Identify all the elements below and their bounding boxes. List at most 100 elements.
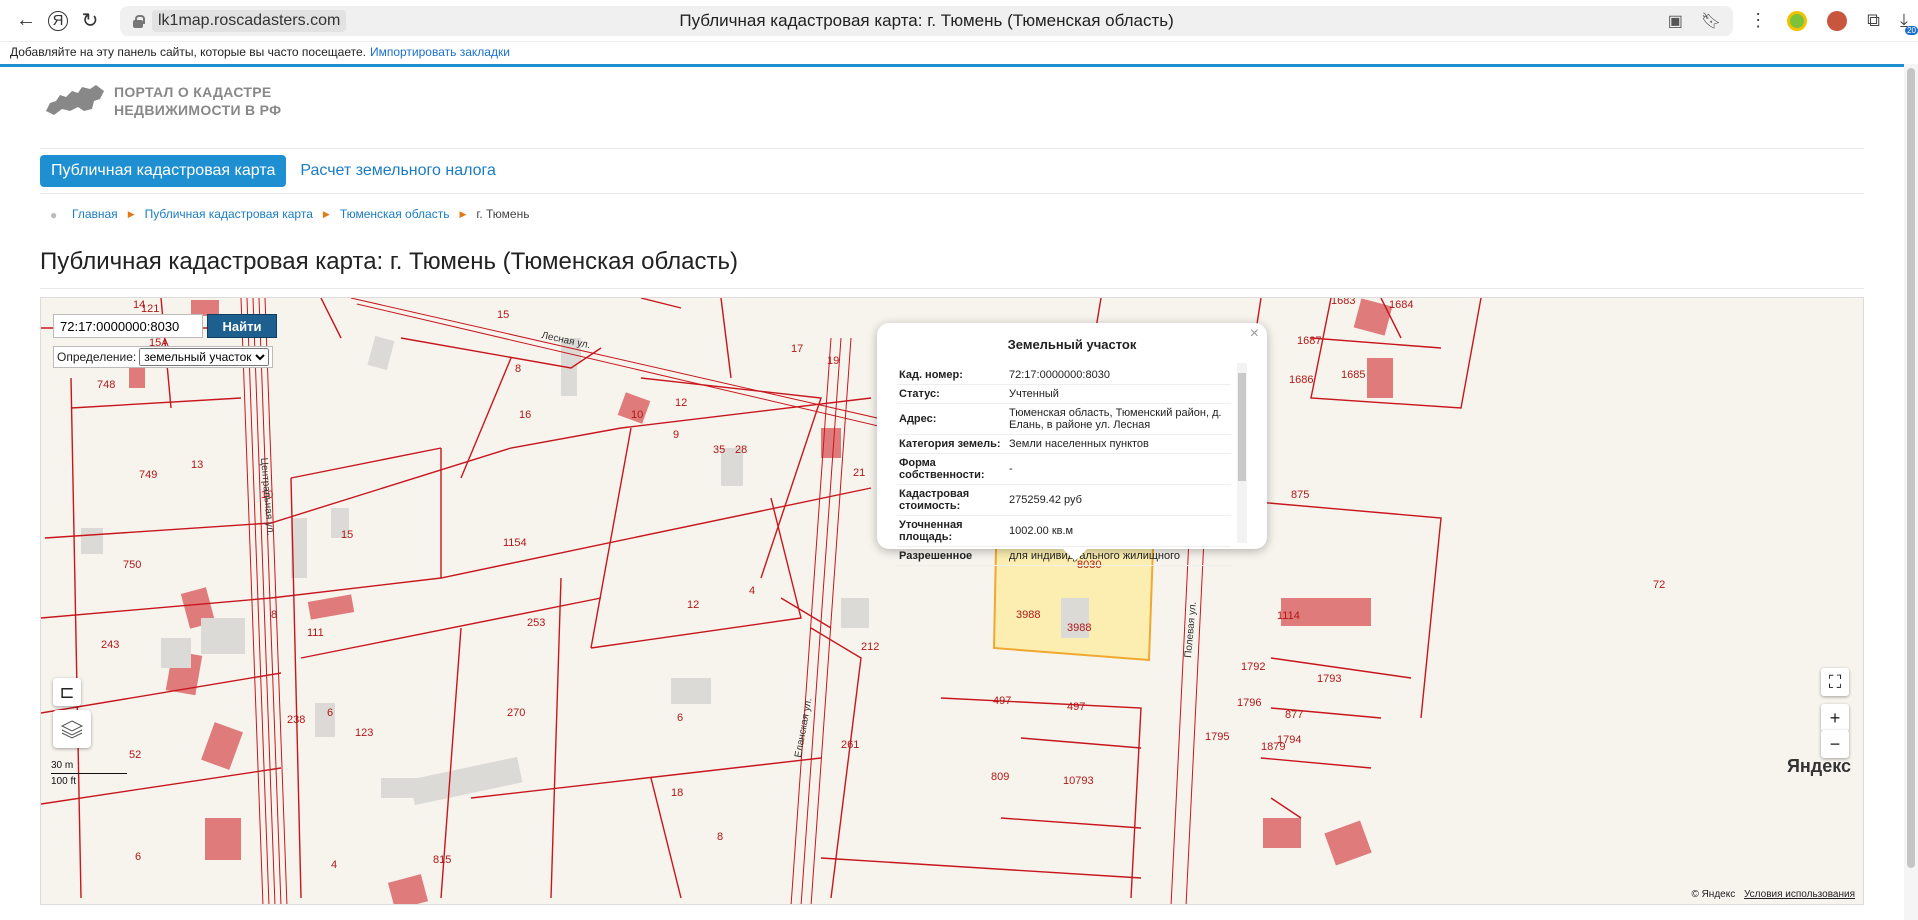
- popup-scrollbar[interactable]: [1237, 363, 1247, 543]
- svg-text:12: 12: [687, 599, 699, 611]
- ruler-icon[interactable]: ⊏: [53, 678, 81, 706]
- svg-text:4: 4: [749, 585, 755, 597]
- svg-text:875: 875: [1291, 489, 1309, 501]
- table-row: Категория земель: Земли населенных пункто…: [897, 434, 1231, 454]
- svg-text:6: 6: [135, 851, 141, 863]
- svg-text:1154: 1154: [503, 537, 527, 549]
- cadastral-number-input[interactable]: [53, 314, 203, 338]
- svg-text:123: 123: [355, 727, 373, 739]
- svg-text:1114: 1114: [1277, 610, 1300, 622]
- yandex-logo[interactable]: Яндекс: [1787, 756, 1851, 777]
- parcel-info-table: Кад. номер: 72:17:0000000:8030 Статус: Учт…: [897, 366, 1231, 566]
- svg-text:238: 238: [287, 714, 305, 726]
- address-bar[interactable]: lk1map.roscadasters.com Публичная кадаст…: [120, 5, 1734, 36]
- svg-text:17: 17: [791, 343, 803, 355]
- scale-feet: 100 ft: [51, 776, 77, 787]
- definition-selector: Определение: земельный участок: [53, 346, 274, 368]
- bookmarks-bar: Добавляйте на эту панель сайты, которые …: [0, 42, 1918, 62]
- svg-text:12: 12: [675, 397, 687, 409]
- extension-avatar-icon[interactable]: [1827, 10, 1848, 31]
- logo-line-1: ПОРТАЛ О КАДАСТРЕ: [114, 84, 272, 100]
- svg-text:1793: 1793: [1317, 673, 1341, 685]
- url-host[interactable]: lk1map.roscadasters.com: [152, 9, 347, 32]
- svg-text:1794: 1794: [1277, 734, 1301, 746]
- extension-icon[interactable]: [1787, 10, 1808, 31]
- breadcrumb-separator-icon: ▶: [459, 208, 467, 219]
- svg-text:497: 497: [993, 695, 1011, 707]
- breadcrumb: ● Главная ▶ Публичная кадастровая карта …: [40, 194, 1864, 234]
- svg-text:19: 19: [827, 355, 839, 367]
- menu-icon[interactable]: ⋮: [1749, 10, 1767, 31]
- svg-text:15: 15: [341, 529, 353, 541]
- cadastral-map[interactable]: 14 121 15А 748 749 13 750 243 52 6 10 15 1154 8…: [40, 297, 1864, 905]
- svg-text:1685: 1685: [1341, 369, 1365, 381]
- svg-text:3988: 3988: [1067, 622, 1091, 634]
- bookmark-icon[interactable]: 🔖︎: [1701, 11, 1721, 31]
- svg-text:8: 8: [515, 363, 521, 375]
- top-accent-line: [0, 64, 1918, 67]
- definition-label: Определение:: [57, 350, 137, 364]
- popup-title: Земельный участок: [1007, 337, 1137, 352]
- yandex-icon[interactable]: Я: [48, 10, 68, 31]
- page-scrollbar[interactable]: [1904, 64, 1918, 920]
- nav-cadastral-map[interactable]: Публичная кадастровая карта: [40, 155, 287, 187]
- page-title: Публичная кадастровая карта: г. Тюмень (…: [40, 248, 738, 275]
- find-button[interactable]: Найти: [207, 314, 277, 338]
- layers-icon[interactable]: [53, 710, 91, 748]
- svg-text:1686: 1686: [1289, 374, 1313, 386]
- svg-text:270: 270: [507, 707, 525, 719]
- svg-text:750: 750: [123, 559, 141, 571]
- zoom-out-button[interactable]: −: [1821, 730, 1849, 758]
- fullscreen-icon[interactable]: ⛶: [1821, 668, 1849, 696]
- svg-text:18: 18: [671, 787, 683, 799]
- tab-title: Публичная кадастровая карта: г. Тюмень (…: [679, 10, 1174, 30]
- back-icon[interactable]: ←: [10, 5, 42, 37]
- table-row: Статус: Учтенный: [897, 384, 1231, 404]
- location-pin-icon: ●: [50, 208, 58, 222]
- page-content: ПОРТАЛ О КАДАСТРЕ НЕДВИЖИМОСТИ В РФ Публ…: [40, 70, 1864, 905]
- svg-text:15: 15: [497, 309, 509, 321]
- scale-meters: 30 m: [51, 760, 74, 771]
- breadcrumb-home[interactable]: Главная: [72, 207, 118, 221]
- top-navigation: Публичная кадастровая карта Расчет земел…: [40, 149, 1864, 193]
- svg-text:1687: 1687: [1297, 335, 1321, 347]
- svg-text:111: 111: [307, 627, 324, 639]
- svg-text:21: 21: [853, 467, 865, 479]
- table-row: Разрешенное для индивидуального жилищного: [897, 546, 1231, 566]
- svg-text:6: 6: [677, 712, 683, 724]
- table-row: Форма собственности: -: [897, 453, 1231, 485]
- svg-text:261: 261: [841, 739, 859, 751]
- downloads-icon[interactable]: ⤓ 20: [1900, 10, 1918, 35]
- svg-text:1795: 1795: [1205, 731, 1229, 743]
- reader-icon[interactable]: ▣: [1668, 11, 1683, 31]
- browser-toolbar: ← Я ↻ lk1map.roscadasters.com Публичная …: [0, 0, 1918, 42]
- svg-text:748: 748: [97, 379, 115, 391]
- zoom-in-button[interactable]: +: [1821, 704, 1849, 732]
- svg-text:497: 497: [1067, 701, 1085, 713]
- reload-icon[interactable]: ↻: [74, 5, 106, 37]
- table-row: Адрес: Тюменская область, Тюменский район…: [897, 403, 1231, 435]
- map-scale: 30 m 100 ft: [51, 760, 127, 787]
- bookmarks-hint: Добавляйте на эту панель сайты, которые …: [10, 45, 366, 59]
- definition-select[interactable]: земельный участок: [139, 348, 270, 366]
- cadastral-search: Найти: [53, 314, 277, 338]
- svg-text:1796: 1796: [1237, 697, 1261, 709]
- downloads-badge: 20: [1905, 26, 1918, 35]
- terms-link[interactable]: Условия использования: [1744, 889, 1855, 900]
- svg-text:1683: 1683: [1331, 298, 1355, 307]
- svg-text:6: 6: [327, 707, 333, 719]
- import-bookmarks-link[interactable]: Импортировать закладки: [370, 45, 510, 59]
- svg-text:1792: 1792: [1241, 661, 1265, 673]
- svg-text:13: 13: [191, 459, 203, 471]
- breadcrumb-separator-icon: ▶: [127, 208, 135, 219]
- breadcrumb-map[interactable]: Публичная кадастровая карта: [145, 207, 313, 221]
- close-icon[interactable]: ×: [1250, 325, 1259, 343]
- table-row: Кадастровая стоимость: 275259.42 руб: [897, 484, 1231, 516]
- svg-text:9: 9: [673, 429, 679, 441]
- nav-land-tax[interactable]: Расчет земельного налога: [300, 162, 496, 180]
- svg-text:72: 72: [1653, 579, 1665, 591]
- collections-icon[interactable]: ⧉: [1867, 10, 1880, 31]
- svg-text:28: 28: [735, 444, 747, 456]
- site-logo[interactable]: ПОРТАЛ О КАДАСТРЕ НЕДВИЖИМОСТИ В РФ: [44, 70, 1864, 132]
- breadcrumb-region[interactable]: Тюменская область: [340, 207, 450, 221]
